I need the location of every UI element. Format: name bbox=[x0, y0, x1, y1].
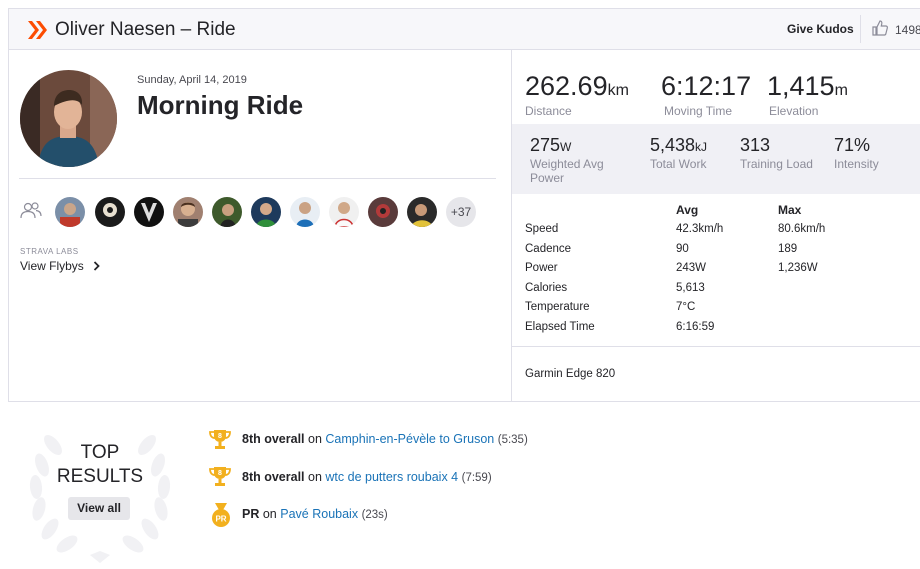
group-riders-icon bbox=[20, 202, 42, 219]
result-item: 8th overall on wtc de putters roubaix 4 … bbox=[242, 470, 492, 484]
segment-link[interactable]: Pavé Roubaix bbox=[280, 507, 358, 521]
divider bbox=[860, 15, 861, 43]
athlete-avatar[interactable] bbox=[290, 197, 320, 227]
svg-text:PR: PR bbox=[215, 515, 226, 524]
stat-intensity-value: 71% bbox=[834, 135, 871, 155]
result-item: 8th overall on Camphin-en-Pévèle to Grus… bbox=[242, 432, 528, 446]
stat-weighted-power-label: Weighted Avg Power bbox=[530, 157, 604, 185]
column-divider bbox=[511, 50, 512, 402]
table-cell-avg: 6:16:59 bbox=[676, 321, 715, 333]
result-on: on bbox=[308, 470, 322, 484]
give-kudos-button[interactable]: Give Kudos bbox=[787, 22, 854, 36]
device-name: Garmin Edge 820 bbox=[525, 368, 616, 380]
table-cell-avg: 5,613 bbox=[676, 282, 705, 294]
trophy-icon: 8 bbox=[209, 467, 231, 486]
segment-link[interactable]: Camphin-en-Pévèle to Gruson bbox=[325, 432, 494, 446]
table-cell-max: 189 bbox=[778, 243, 798, 255]
stat-training-load-label: Training Load bbox=[740, 157, 813, 171]
result-rank: 8th overall bbox=[242, 470, 305, 484]
page-title: Oliver Naesen – Ride bbox=[55, 19, 236, 40]
pr-medal-icon: PR bbox=[212, 503, 230, 527]
svg-text:8: 8 bbox=[218, 470, 222, 477]
more-athletes-badge[interactable]: +37 bbox=[446, 197, 476, 227]
result-time: (7:59) bbox=[461, 472, 492, 484]
svg-text:8: 8 bbox=[218, 433, 222, 440]
athlete-avatar[interactable] bbox=[95, 197, 125, 227]
table-header-avg: Avg bbox=[676, 203, 699, 217]
athlete-avatar[interactable] bbox=[173, 197, 203, 227]
athlete-avatar[interactable] bbox=[55, 197, 85, 227]
table-cell-max: 80.6km/h bbox=[778, 223, 826, 235]
divider bbox=[512, 346, 920, 347]
stat-distance-value: 262.69km bbox=[525, 71, 629, 101]
thumbs-up-icon[interactable] bbox=[871, 19, 889, 37]
stat-intensity-label: Intensity bbox=[834, 157, 879, 171]
athlete-avatar[interactable] bbox=[329, 197, 359, 227]
table-cell-avg: 243W bbox=[676, 262, 707, 274]
stat-training-load-value: 313 bbox=[740, 135, 771, 155]
stat-distance-label: Distance bbox=[525, 104, 572, 118]
stat-elevation-value: 1,415m bbox=[767, 71, 848, 101]
activity-title: Morning Ride bbox=[137, 90, 304, 120]
athlete-avatar[interactable] bbox=[134, 197, 164, 227]
result-rank: PR bbox=[242, 507, 260, 521]
trophy-icon: 8 bbox=[209, 430, 231, 449]
stat-elevation-label: Elevation bbox=[769, 104, 819, 118]
result-on: on bbox=[308, 432, 322, 446]
result-item: PR on Pavé Roubaix (23s) bbox=[242, 507, 388, 521]
activity-header: Oliver Naesen – Ride Give Kudos 1498 bbox=[8, 8, 920, 50]
stat-moving-time-value: 6:12:17 bbox=[661, 71, 752, 101]
kudos-count[interactable]: 1498 bbox=[895, 23, 920, 37]
table-cell-max: 1,236W bbox=[778, 262, 818, 274]
result-time: (5:35) bbox=[497, 434, 528, 446]
top-results-title: TOP RESULTS bbox=[56, 442, 144, 487]
divider bbox=[19, 178, 496, 179]
result-on: on bbox=[262, 507, 277, 521]
segment-link[interactable]: wtc de putters roubaix 4 bbox=[325, 470, 458, 484]
table-row-label: Cadence bbox=[525, 243, 572, 255]
athlete-avatar[interactable] bbox=[407, 197, 437, 227]
table-cell-avg: 90 bbox=[676, 243, 689, 255]
stat-total-work-value: 5,438kJ bbox=[650, 135, 708, 155]
table-row-label: Temperature bbox=[525, 301, 590, 313]
chevron-right-icon bbox=[93, 261, 100, 271]
table-cell-avg: 42.3km/h bbox=[676, 223, 724, 235]
table-cell-avg: 7°C bbox=[676, 301, 696, 313]
athlete-avatar[interactable] bbox=[368, 197, 398, 227]
strava-labs-label: STRAVA LABS bbox=[20, 247, 79, 256]
view-all-button[interactable]: View all bbox=[68, 497, 130, 520]
athlete-avatar[interactable] bbox=[251, 197, 281, 227]
stat-weighted-power-value: 275W bbox=[530, 135, 572, 155]
result-time: (23s) bbox=[361, 509, 388, 521]
strava-chevron-icon bbox=[28, 21, 47, 39]
activity-date: Sunday, April 14, 2019 bbox=[137, 74, 247, 86]
stat-total-work-label: Total Work bbox=[650, 157, 707, 171]
table-row-label: Power bbox=[525, 262, 558, 274]
athlete-avatar[interactable] bbox=[212, 197, 242, 227]
table-row-label: Elapsed Time bbox=[525, 321, 595, 333]
result-rank: 8th overall bbox=[242, 432, 305, 446]
table-row-label: Calories bbox=[525, 282, 568, 294]
table-row-label: Speed bbox=[525, 223, 559, 235]
stat-moving-time-label: Moving Time bbox=[664, 104, 733, 118]
table-header-max: Max bbox=[778, 203, 802, 217]
view-flybys-link[interactable]: View Flybys bbox=[20, 259, 84, 273]
athlete-avatar[interactable] bbox=[20, 70, 117, 167]
